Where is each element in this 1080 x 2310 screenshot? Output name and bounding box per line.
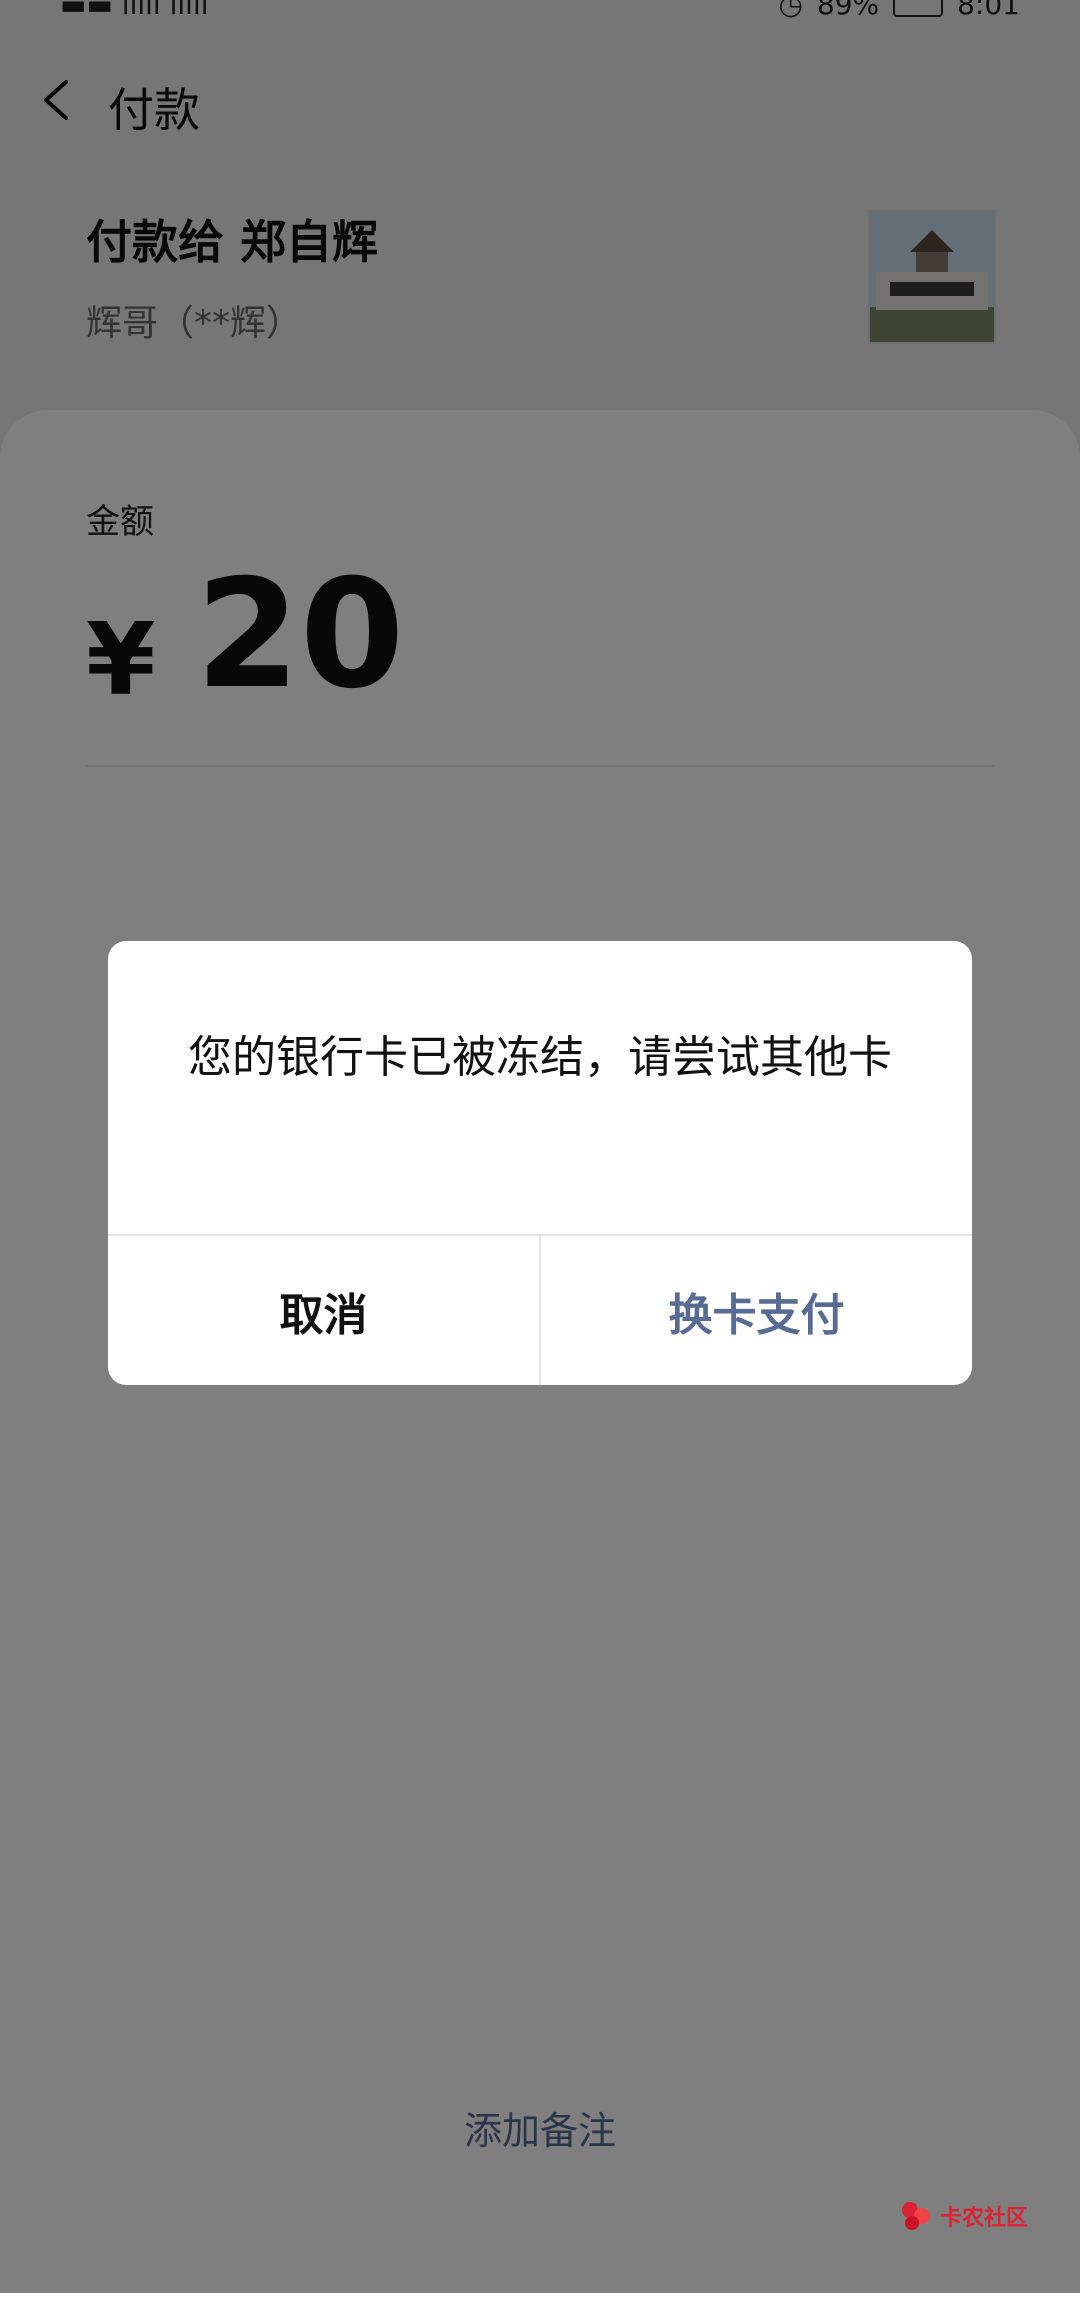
switch-card-button[interactable]: 换卡支付 [541,1236,972,1385]
cancel-button[interactable]: 取消 [108,1236,539,1385]
watermark-logo-icon [902,2202,930,2230]
alert-dialog: 您的银行卡已被冻结，请尝试其他卡 取消 换卡支付 [108,941,972,1385]
watermark-text: 卡农社区 [940,2206,1029,2231]
watermark: 卡农社区 [900,2200,1028,2232]
dialog-message: 您的银行卡已被冻结，请尝试其他卡 [188,1032,892,1083]
